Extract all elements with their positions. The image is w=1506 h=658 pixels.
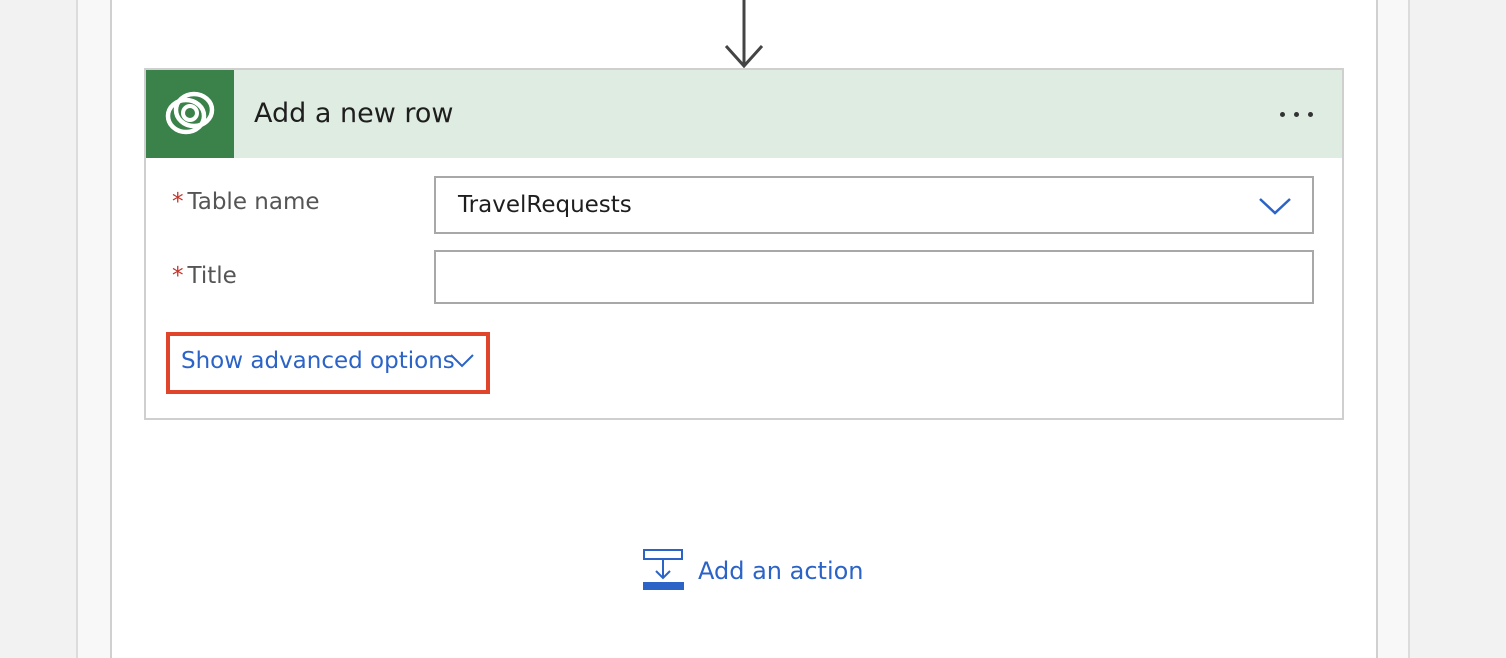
add-an-action-label: Add an action: [698, 557, 864, 585]
action-card-add-new-row: Add a new row * Table name TravelRequests…: [144, 68, 1344, 420]
show-advanced-options-label: Show advanced options: [181, 348, 455, 374]
card-header[interactable]: Add a new row: [146, 70, 1342, 158]
title-label-text: Title: [187, 263, 237, 289]
add-action-icon: [643, 549, 684, 590]
more-options-button[interactable]: [1266, 96, 1326, 132]
connector-arrow-icon: [724, 0, 764, 69]
add-an-action-button[interactable]: Add an action: [642, 546, 864, 594]
dataverse-icon: [146, 70, 234, 158]
required-marker: *: [172, 263, 184, 289]
chevron-down-icon: [450, 354, 474, 368]
required-marker: *: [172, 189, 184, 215]
title-input[interactable]: [434, 250, 1314, 304]
table-name-label: * Table name: [172, 188, 320, 216]
table-name-dropdown[interactable]: TravelRequests: [434, 176, 1314, 234]
card-title[interactable]: Add a new row: [254, 98, 453, 130]
table-name-label-text: Table name: [187, 189, 320, 215]
ellipsis-icon: [1280, 112, 1285, 117]
table-name-value: TravelRequests: [458, 192, 632, 218]
ellipsis-dot: [1294, 112, 1299, 117]
title-label: * Title: [172, 262, 237, 290]
ellipsis-dot: [1308, 112, 1313, 117]
chevron-down-icon: [1259, 198, 1291, 215]
show-advanced-options-button[interactable]: Show advanced options: [166, 332, 490, 394]
